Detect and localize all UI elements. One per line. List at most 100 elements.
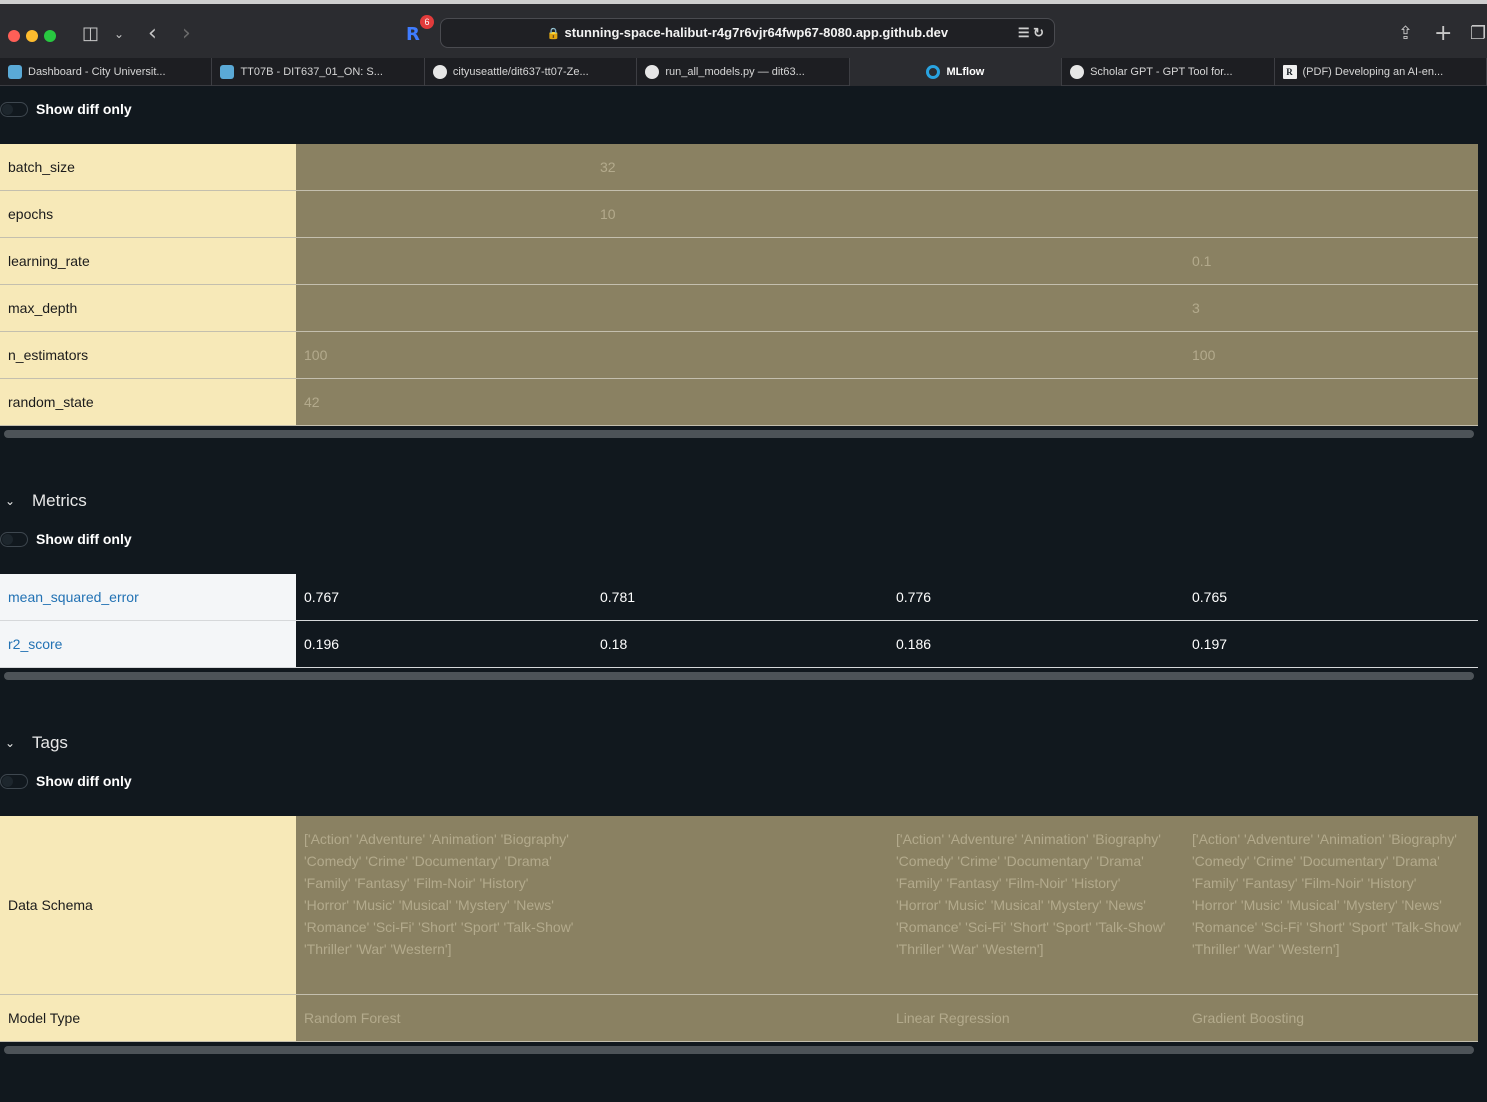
tab-scholar-gpt[interactable]: Scholar GPT - GPT Tool for... (1062, 58, 1275, 86)
metric-key-link[interactable]: mean_squared_error (0, 574, 296, 620)
tab-label: Dashboard - City Universit... (28, 66, 166, 78)
extension-r-icon[interactable]: R (406, 24, 420, 45)
param-value (888, 191, 1184, 237)
table-row: Model Type Random Forest Linear Regressi… (0, 995, 1478, 1042)
tag-value (592, 816, 888, 994)
tab-mlflow[interactable]: MLflow (849, 58, 1063, 86)
chevron-down-icon[interactable]: ⌄ (114, 22, 124, 46)
metrics-show-diff-switch[interactable] (0, 531, 28, 547)
tags-show-diff-switch[interactable] (0, 773, 28, 789)
close-window-button[interactable] (8, 30, 20, 42)
table-row: Data Schema ['Action' 'Adventure' 'Anima… (0, 816, 1478, 995)
param-value (296, 191, 592, 237)
metric-value: 0.767 (296, 574, 592, 620)
tags-table: Data Schema ['Action' 'Adventure' 'Anima… (0, 816, 1478, 1042)
tag-value: ['Action' 'Adventure' 'Animation' 'Biogr… (296, 816, 592, 994)
param-key: n_estimators (0, 332, 296, 378)
metric-key-link[interactable]: r2_score (0, 621, 296, 667)
param-value (888, 238, 1184, 284)
researchgate-icon: R (1282, 65, 1297, 79)
tab-researchgate-pdf[interactable]: R (PDF) Developing an AI-en... (1275, 58, 1487, 86)
table-row: mean_squared_error 0.767 0.781 0.776 0.7… (0, 574, 1478, 621)
metrics-show-diff-toggle-row: Show diff only (0, 531, 132, 547)
tag-value: ['Action' 'Adventure' 'Animation' 'Biogr… (888, 816, 1184, 994)
tag-value: Gradient Boosting (1184, 995, 1478, 1041)
address-bar[interactable]: 🔒 stunning-space-halibut-r4g7r6vjr64fwp67… (440, 18, 1055, 48)
metrics-table: mean_squared_error 0.767 0.781 0.776 0.7… (0, 574, 1478, 668)
tab-label: cityuseattle/dit637-tt07-Ze... (452, 66, 589, 78)
param-value (888, 379, 1184, 425)
tab-overview-icon[interactable]: ❐ (1470, 22, 1486, 46)
tags-section-header[interactable]: ⌄ Tags (0, 733, 68, 753)
tags-horizontal-scrollbar[interactable] (4, 1046, 1474, 1054)
tab-tt07b[interactable]: TT07B - DIT637_01_ON: S... (212, 58, 425, 86)
tab-run-all-models[interactable]: run_all_models.py — dit63... (637, 58, 850, 86)
tag-key: Data Schema (0, 816, 296, 994)
new-tab-icon[interactable]: + (1434, 22, 1452, 46)
table-row: random_state 42 (0, 379, 1478, 426)
params-show-diff-toggle-row: Show diff only (0, 101, 132, 117)
tags-show-diff-toggle-row: Show diff only (0, 773, 132, 789)
metrics-title: Metrics (32, 491, 87, 510)
tags-title: Tags (32, 733, 68, 752)
back-icon[interactable]: ‹ (148, 22, 157, 46)
forward-icon[interactable]: › (182, 22, 191, 46)
translate-reload-icons[interactable]: ☰ ↻ (1018, 19, 1044, 47)
param-value (592, 238, 888, 284)
browser-toolbar: ◫ ⌄ ‹ › R 6 🔒 stunning-space-halibut-r4g7… (0, 0, 1487, 58)
share-icon[interactable]: ⇪ (1398, 22, 1413, 46)
param-value (888, 285, 1184, 331)
chevron-down-icon: ⌄ (4, 494, 16, 508)
metric-value: 0.186 (888, 621, 1184, 667)
param-value: 3 (1184, 285, 1478, 331)
metric-value: 0.781 (592, 574, 888, 620)
tag-value (592, 995, 888, 1041)
github-icon (432, 65, 447, 79)
param-value: 32 (592, 144, 888, 190)
minimize-window-button[interactable] (26, 30, 38, 42)
show-diff-label: Show diff only (36, 773, 132, 789)
metric-value: 0.18 (592, 621, 888, 667)
tab-label: TT07B - DIT637_01_ON: S... (240, 66, 383, 78)
metric-value: 0.765 (1184, 574, 1478, 620)
github-icon (645, 65, 660, 79)
university-favicon-icon (220, 65, 235, 79)
param-value (296, 285, 592, 331)
params-horizontal-scrollbar[interactable] (4, 430, 1474, 438)
metrics-horizontal-scrollbar[interactable] (4, 672, 1474, 680)
param-value (1184, 379, 1478, 425)
metrics-section-header[interactable]: ⌄ Metrics (0, 491, 87, 511)
table-row: learning_rate 0.1 (0, 238, 1478, 285)
extension-badge: 6 (420, 15, 434, 29)
param-value (888, 144, 1184, 190)
university-favicon-icon (8, 65, 22, 79)
tab-dashboard[interactable]: Dashboard - City Universit... (0, 58, 213, 86)
openai-icon (1070, 65, 1085, 79)
param-value: 0.1 (1184, 238, 1478, 284)
param-key: random_state (0, 379, 296, 425)
table-row: batch_size 32 (0, 144, 1478, 191)
param-key: max_depth (0, 285, 296, 331)
param-value: 100 (1184, 332, 1478, 378)
mlflow-compare-runs: Show diff only batch_size 32 epochs 10 l… (0, 86, 1487, 1102)
zoom-window-button[interactable] (44, 30, 56, 42)
param-value (592, 332, 888, 378)
address-text: stunning-space-halibut-r4g7r6vjr64fwp67-… (564, 25, 949, 40)
show-diff-label: Show diff only (36, 101, 132, 117)
params-show-diff-switch[interactable] (0, 101, 28, 117)
chevron-down-icon: ⌄ (4, 736, 16, 750)
metric-value: 0.776 (888, 574, 1184, 620)
tab-github-repo[interactable]: cityuseattle/dit637-tt07-Ze... (425, 58, 638, 86)
param-value (296, 238, 592, 284)
param-value: 10 (592, 191, 888, 237)
sidebar-toggle-icon[interactable]: ◫ (82, 22, 99, 46)
param-value (592, 285, 888, 331)
table-row: max_depth 3 (0, 285, 1478, 332)
param-key: batch_size (0, 144, 296, 190)
show-diff-label: Show diff only (36, 531, 132, 547)
param-value: 42 (296, 379, 592, 425)
param-value (1184, 144, 1478, 190)
param-value (296, 144, 592, 190)
table-row: r2_score 0.196 0.18 0.186 0.197 (0, 621, 1478, 668)
param-value (592, 379, 888, 425)
